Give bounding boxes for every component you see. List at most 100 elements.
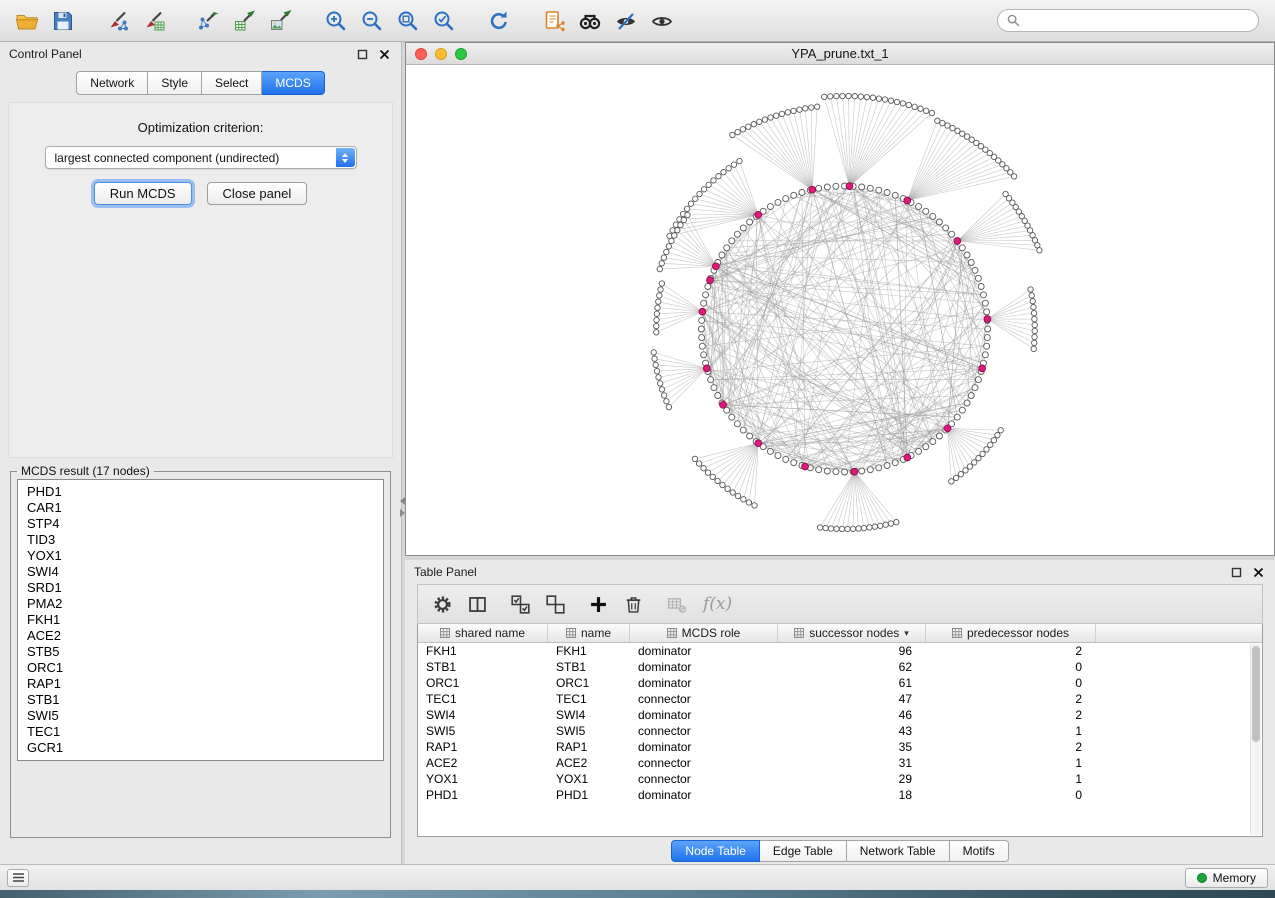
network-node[interactable] xyxy=(975,275,981,281)
table-cell[interactable]: STB1 xyxy=(548,660,630,674)
network-node[interactable] xyxy=(916,204,922,210)
table-cell[interactable]: PHD1 xyxy=(418,788,548,802)
table-cell[interactable]: 1 xyxy=(926,724,1096,738)
network-leaf-node[interactable] xyxy=(693,196,698,201)
export-network-button[interactable] xyxy=(192,6,225,36)
network-leaf-node[interactable] xyxy=(730,490,735,495)
network-leaf-node[interactable] xyxy=(655,305,660,310)
network-leaf-node[interactable] xyxy=(945,123,950,128)
show-panels-button[interactable] xyxy=(7,869,29,887)
network-node[interactable] xyxy=(975,377,981,383)
network-node[interactable] xyxy=(964,400,970,406)
network-node[interactable] xyxy=(984,343,990,349)
network-node[interactable] xyxy=(701,352,707,358)
network-leaf-node[interactable] xyxy=(688,201,693,206)
mcds-result-item[interactable]: TEC1 xyxy=(27,724,374,740)
network-leaf-node[interactable] xyxy=(657,381,662,386)
network-leaf-node[interactable] xyxy=(757,119,762,124)
network-node[interactable] xyxy=(747,433,753,439)
network-leaf-node[interactable] xyxy=(906,102,911,107)
network-leaf-node[interactable] xyxy=(1032,334,1037,339)
mcds-result-item[interactable]: ORC1 xyxy=(27,660,374,676)
sort-indicator-icon[interactable]: ▾ xyxy=(904,628,909,639)
network-leaf-node[interactable] xyxy=(991,437,996,442)
table-cell[interactable]: 0 xyxy=(926,676,1096,690)
network-node[interactable] xyxy=(984,309,990,315)
deselect-all-button[interactable] xyxy=(543,592,567,616)
network-leaf-node[interactable] xyxy=(659,261,664,266)
column-header-MCDS-role[interactable]: MCDS role xyxy=(630,624,778,642)
network-leaf-node[interactable] xyxy=(828,526,833,531)
run-mcds-button[interactable]: Run MCDS xyxy=(94,182,192,205)
network-dominator-node[interactable] xyxy=(699,308,706,315)
table-cell[interactable]: FKH1 xyxy=(548,644,630,658)
network-leaf-node[interactable] xyxy=(741,497,746,502)
hide-graphics-details-button[interactable] xyxy=(609,6,642,36)
network-leaf-node[interactable] xyxy=(809,105,814,110)
network-leaf-node[interactable] xyxy=(697,191,702,196)
network-leaf-node[interactable] xyxy=(1031,305,1036,310)
network-leaf-node[interactable] xyxy=(681,217,686,222)
table-cell[interactable]: ORC1 xyxy=(418,676,548,690)
network-dominator-node[interactable] xyxy=(979,365,986,372)
table-row[interactable]: PHD1PHD1dominator180 xyxy=(418,787,1262,803)
network-node[interactable] xyxy=(978,284,984,290)
mcds-result-item[interactable]: SRD1 xyxy=(27,580,374,596)
import-table-button[interactable] xyxy=(137,6,170,36)
network-node[interactable] xyxy=(715,393,721,399)
network-leaf-node[interactable] xyxy=(774,113,779,118)
network-leaf-node[interactable] xyxy=(850,526,855,531)
network-leaf-node[interactable] xyxy=(1037,248,1042,253)
network-dominator-node[interactable] xyxy=(846,183,853,190)
network-node[interactable] xyxy=(734,421,740,427)
network-node[interactable] xyxy=(824,468,830,474)
network-node[interactable] xyxy=(775,199,781,205)
network-node[interactable] xyxy=(767,448,773,454)
network-node[interactable] xyxy=(985,326,991,332)
table-cell[interactable]: SWI5 xyxy=(418,724,548,738)
mcds-result-item[interactable]: PMA2 xyxy=(27,596,374,612)
network-dominator-node[interactable] xyxy=(720,401,727,408)
table-cell[interactable]: 31 xyxy=(778,756,926,770)
network-node[interactable] xyxy=(968,393,974,399)
network-leaf-node[interactable] xyxy=(972,460,977,465)
table-cell[interactable]: 0 xyxy=(926,660,1096,674)
table-cell[interactable]: 61 xyxy=(778,676,926,690)
control-panel-float-button[interactable] xyxy=(355,47,370,62)
network-leaf-node[interactable] xyxy=(923,108,928,113)
network-leaf-node[interactable] xyxy=(984,447,989,452)
network-node[interactable] xyxy=(783,196,789,202)
network-leaf-node[interactable] xyxy=(988,442,993,447)
network-leaf-node[interactable] xyxy=(1011,174,1016,179)
network-node[interactable] xyxy=(972,267,978,273)
table-cell[interactable]: FKH1 xyxy=(418,644,548,658)
network-dominator-node[interactable] xyxy=(703,365,710,372)
network-leaf-node[interactable] xyxy=(888,98,893,103)
network-leaf-node[interactable] xyxy=(878,523,883,528)
table-cell[interactable]: 29 xyxy=(778,772,926,786)
network-leaf-node[interactable] xyxy=(740,127,745,132)
network-leaf-node[interactable] xyxy=(721,170,726,175)
network-node[interactable] xyxy=(884,190,890,196)
mcds-result-item[interactable]: FKH1 xyxy=(27,612,374,628)
network-node[interactable] xyxy=(984,335,990,341)
network-leaf-node[interactable] xyxy=(858,94,863,99)
network-leaf-node[interactable] xyxy=(846,93,851,98)
network-leaf-node[interactable] xyxy=(716,174,721,179)
network-leaf-node[interactable] xyxy=(675,228,680,233)
network-dominator-node[interactable] xyxy=(954,238,961,245)
minimize-window-icon[interactable] xyxy=(435,48,447,60)
network-leaf-node[interactable] xyxy=(995,433,1000,438)
network-leaf-node[interactable] xyxy=(929,110,934,115)
network-node[interactable] xyxy=(729,238,735,244)
network-leaf-node[interactable] xyxy=(791,108,796,113)
save-session-button[interactable] xyxy=(46,6,79,36)
mcds-result-item[interactable]: SWI4 xyxy=(27,564,374,580)
mcds-result-item[interactable]: TID3 xyxy=(27,532,374,548)
network-node[interactable] xyxy=(923,444,929,450)
table-panel-float-button[interactable] xyxy=(1229,565,1244,580)
network-leaf-node[interactable] xyxy=(980,451,985,456)
table-scrollbar[interactable] xyxy=(1250,644,1261,835)
network-leaf-node[interactable] xyxy=(657,293,662,298)
network-leaf-node[interactable] xyxy=(821,94,826,99)
